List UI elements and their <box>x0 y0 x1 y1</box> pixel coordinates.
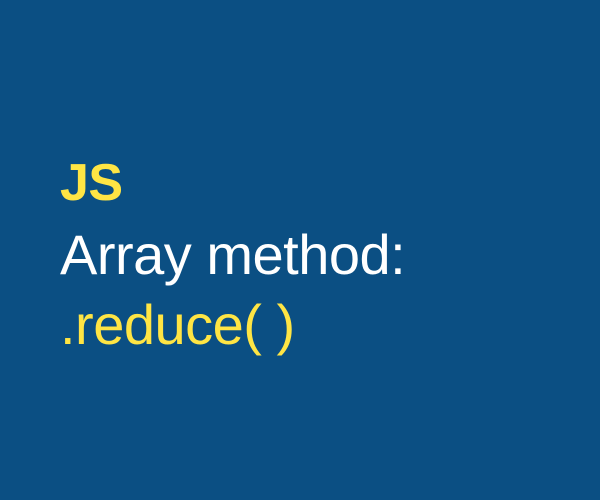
language-badge: JS <box>60 151 600 216</box>
title-text: Array method: <box>60 220 600 290</box>
method-name: .reduce( ) <box>60 290 600 360</box>
